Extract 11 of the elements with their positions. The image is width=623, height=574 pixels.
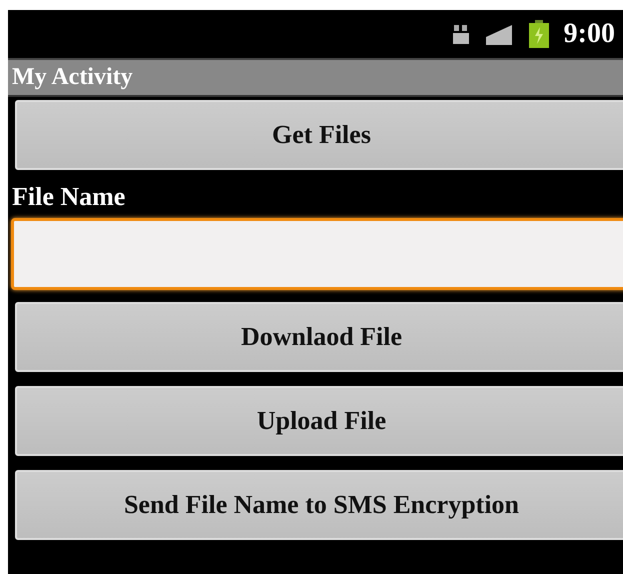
app-title-bar: My Activity — [8, 60, 623, 97]
clock-time: 9:00 — [564, 18, 615, 50]
action-button[interactable]: Get Files — [15, 100, 623, 170]
action-button[interactable]: Upload File — [15, 386, 623, 456]
action-button[interactable]: Send File Name to SMS Encryption — [15, 470, 623, 540]
action-button[interactable]: Downlaod File — [15, 302, 623, 372]
field-label: File Name — [12, 181, 126, 213]
signal-icon — [484, 23, 514, 45]
usb-icon — [452, 23, 470, 45]
battery-icon — [528, 20, 550, 48]
file-name-field[interactable] — [11, 218, 623, 290]
